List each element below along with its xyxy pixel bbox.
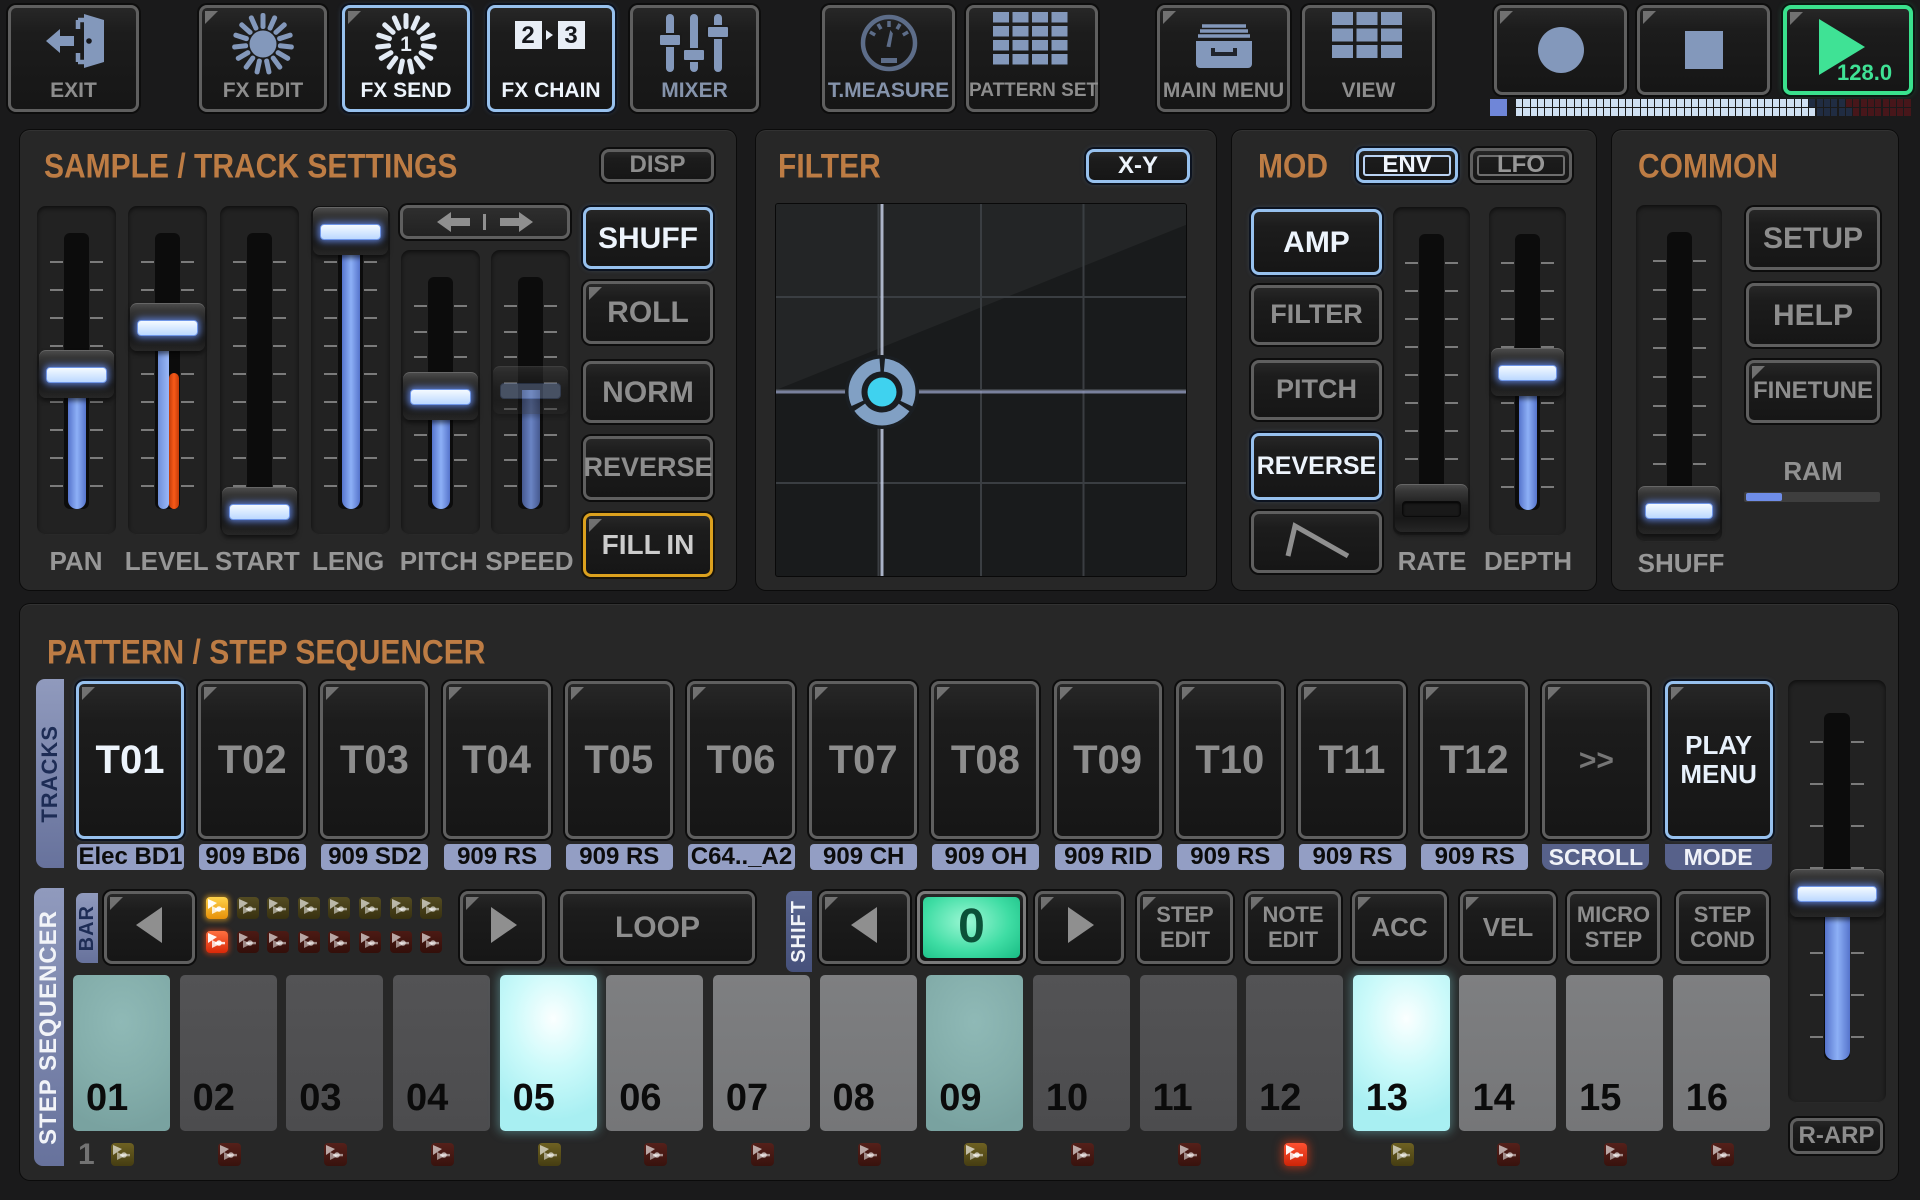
- svg-text:1: 1: [400, 33, 412, 56]
- svg-text:2: 2: [521, 22, 534, 49]
- svg-text:3: 3: [564, 22, 577, 49]
